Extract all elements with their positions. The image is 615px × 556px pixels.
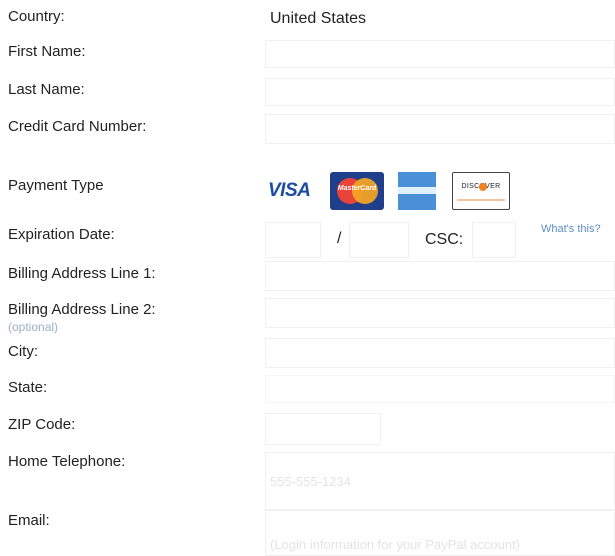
card-number-field[interactable] bbox=[265, 114, 615, 144]
country-value: United States bbox=[270, 10, 367, 27]
last-name-label: Last Name: bbox=[8, 81, 85, 98]
email-label: Email: bbox=[8, 512, 50, 529]
amex-card-icon[interactable] bbox=[398, 172, 436, 210]
discover-card-icon[interactable]: DISCOVER bbox=[452, 172, 510, 210]
last-name-field[interactable] bbox=[265, 78, 615, 106]
state-label: State: bbox=[8, 379, 48, 396]
zip-field[interactable] bbox=[265, 413, 381, 445]
phone-field[interactable] bbox=[265, 452, 615, 510]
billing-line1-label: Billing Address Line 1: bbox=[8, 265, 156, 282]
billing-line2-field[interactable] bbox=[265, 298, 615, 328]
billing-line2-label: Billing Address Line 2: bbox=[8, 301, 156, 318]
billing-line1-field[interactable] bbox=[265, 261, 615, 291]
expiration-year-field[interactable] bbox=[349, 222, 409, 258]
visa-card-icon[interactable]: VISA bbox=[268, 172, 324, 210]
phone-label: Home Telephone: bbox=[8, 453, 126, 470]
mastercard-text: MasterCard bbox=[337, 185, 377, 192]
expiration-separator: / bbox=[337, 230, 342, 247]
billing-line2-optional: (optional) bbox=[8, 320, 59, 334]
payment-type-label: Payment Type bbox=[8, 177, 104, 194]
email-field[interactable] bbox=[265, 510, 615, 556]
csc-label: CSC: bbox=[425, 231, 464, 248]
expiration-label: Expiration Date: bbox=[8, 226, 115, 243]
mastercard-icon[interactable]: MasterCard bbox=[330, 172, 384, 210]
city-label: City: bbox=[8, 343, 38, 360]
country-label: Country: bbox=[8, 8, 65, 25]
expiration-month-field[interactable] bbox=[265, 222, 321, 258]
zip-label: ZIP Code: bbox=[8, 416, 76, 433]
csc-field[interactable] bbox=[472, 222, 516, 258]
first-name-label: First Name: bbox=[8, 43, 86, 60]
whats-this-link[interactable]: What's this? bbox=[541, 223, 601, 235]
city-field[interactable] bbox=[265, 338, 615, 368]
card-number-label: Credit Card Number: bbox=[8, 118, 147, 135]
first-name-field[interactable] bbox=[265, 40, 615, 68]
state-select[interactable] bbox=[265, 375, 615, 403]
